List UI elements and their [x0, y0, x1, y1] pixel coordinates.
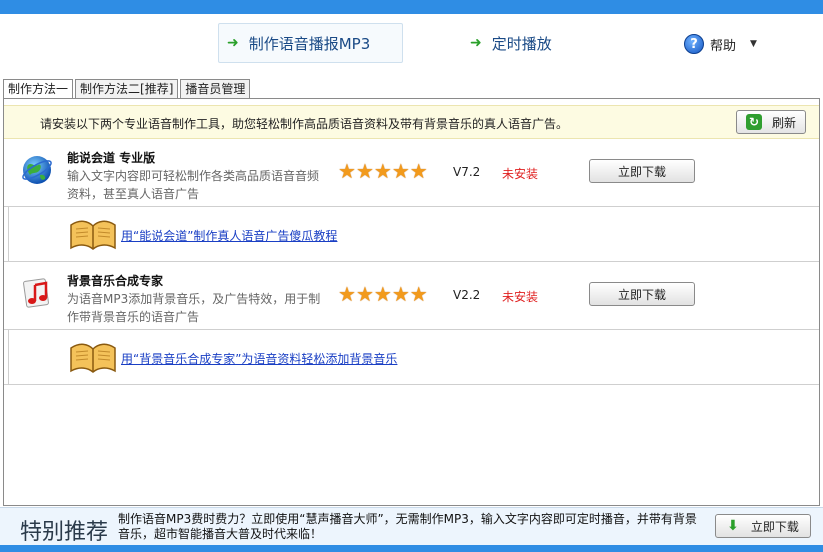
- toolbar: ➜ 制作语音播报MP3 ➜ 定时播放 ? 帮助 ▼: [0, 14, 823, 76]
- tab-announcer-management[interactable]: 播音员管理: [180, 79, 251, 99]
- notice-bar: 请安装以下两个专业语音制作工具，助您轻松制作高品质语音资料及带有背景音乐的真人语…: [4, 105, 819, 139]
- rating-stars: ★ ★ ★ ★ ★: [338, 161, 428, 181]
- window-top-bar: [0, 0, 823, 14]
- help-label: 帮助: [710, 38, 737, 54]
- star-icon: ★: [373, 282, 392, 306]
- star-icon: ★: [355, 282, 374, 306]
- help-menu[interactable]: ? 帮助 ▼: [684, 34, 757, 54]
- product-row: 背景音乐合成专家 为语音MP3添加背景音乐，及广告特效，用于制作带背景音乐的语音…: [4, 270, 819, 328]
- tab-panel: 请安装以下两个专业语音制作工具，助您轻松制作高品质语音资料及带有背景音乐的真人语…: [3, 98, 820, 506]
- recommendation-footer: 特别推荐 制作语音MP3费时费力？立即使用“慧声播音大师”，无需制作MP3，输入…: [0, 507, 823, 545]
- tutorial-row: 用“能说会道”制作真人语音广告傻瓜教程: [4, 206, 819, 262]
- star-icon: ★: [338, 282, 356, 306]
- open-book-icon: [70, 343, 116, 373]
- product-row: 能说会道 专业版 输入文字内容即可轻松制作各类高品质语音音频资料，甚至真人语音广…: [4, 147, 819, 205]
- star-icon: ★: [355, 159, 374, 183]
- tab-method-one[interactable]: 制作方法一: [3, 79, 74, 100]
- window-bottom-bar: [0, 545, 823, 552]
- tab-bar: 制作方法一 制作方法二[推荐] 播音员管理: [3, 79, 252, 100]
- product-name: 背景音乐合成专家: [67, 274, 164, 288]
- notice-text: 请安装以下两个专业语音制作工具，助您轻松制作高品质语音资料及带有背景音乐的真人语…: [40, 117, 569, 131]
- star-icon: ★: [338, 159, 356, 183]
- tutorial-link[interactable]: 用“背景音乐合成专家”为语音资料轻松添加背景音乐: [121, 350, 397, 367]
- download-arrow-icon: ⬇: [727, 518, 739, 534]
- star-icon: ★: [409, 159, 428, 183]
- help-icon: ?: [684, 34, 704, 54]
- install-status: 未安装: [502, 290, 539, 304]
- product-name: 能说会道 专业版: [67, 151, 156, 165]
- product-description: 输入文字内容即可轻松制作各类高品质语音音频资料，甚至真人语音广告: [67, 169, 320, 201]
- refresh-button[interactable]: ↻ 刷新: [736, 110, 806, 134]
- globe-icon: [22, 156, 52, 184]
- music-note-icon: [23, 278, 49, 308]
- product-version: V2.2: [453, 288, 481, 302]
- tutorial-link[interactable]: 用“能说会道”制作真人语音广告傻瓜教程: [121, 227, 337, 244]
- star-icon: ★: [391, 159, 410, 183]
- refresh-icon: ↻: [745, 114, 762, 130]
- timed-play-label: 定时播放: [491, 34, 552, 53]
- arrow-right-icon: ➜: [470, 35, 482, 51]
- refresh-label: 刷新: [771, 115, 796, 130]
- download-button[interactable]: 立即下载: [589, 282, 695, 306]
- tutorial-row: 用“背景音乐合成专家”为语音资料轻松添加背景音乐: [4, 329, 819, 385]
- timed-play-button[interactable]: ➜ 定时播放: [470, 23, 580, 63]
- product-description: 为语音MP3添加背景音乐，及广告特效，用于制作带背景音乐的语音广告: [67, 292, 321, 324]
- footer-download-button[interactable]: ⬇ 立即下载: [715, 514, 811, 538]
- footer-download-label: 立即下载: [750, 519, 799, 534]
- star-icon: ★: [373, 159, 392, 183]
- footer-text: 制作语音MP3费时费力？立即使用“慧声播音大师”，无需制作MP3，输入文字内容即…: [118, 512, 697, 541]
- star-icon: ★: [391, 282, 410, 306]
- product-version: V7.2: [453, 165, 481, 179]
- rating-stars: ★ ★ ★ ★ ★: [338, 284, 428, 304]
- chevron-down-icon: ▼: [750, 39, 757, 49]
- install-status: 未安装: [502, 167, 539, 181]
- footer-title: 特别推荐: [20, 520, 109, 545]
- star-icon: ★: [409, 282, 428, 306]
- arrow-right-icon: ➜: [227, 35, 239, 51]
- download-button[interactable]: 立即下载: [589, 159, 695, 183]
- make-mp3-button[interactable]: ➜ 制作语音播报MP3: [218, 23, 403, 63]
- make-mp3-label: 制作语音播报MP3: [248, 34, 371, 53]
- open-book-icon: [70, 220, 116, 250]
- tab-method-two[interactable]: 制作方法二[推荐]: [75, 79, 179, 99]
